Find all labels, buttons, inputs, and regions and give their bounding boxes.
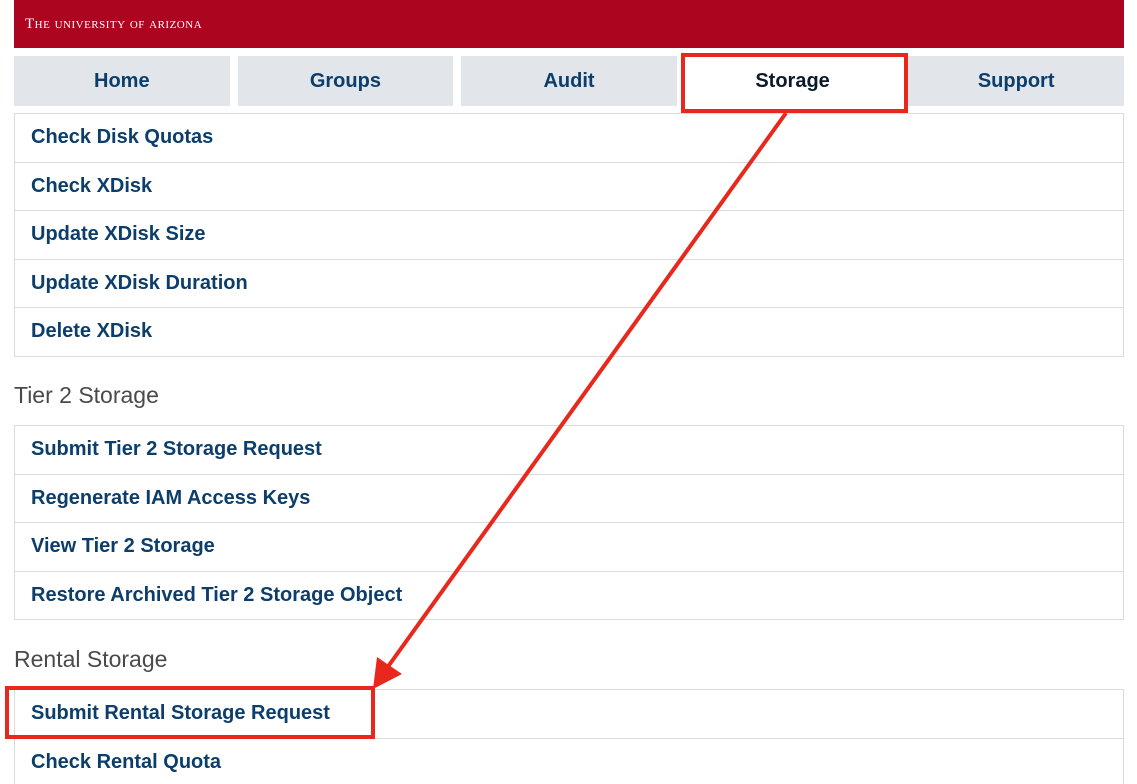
rental-menu-list: Submit Rental Storage Request Check Rent… bbox=[14, 689, 1124, 784]
menu-item-submit-rental-request[interactable]: Submit Rental Storage Request bbox=[15, 690, 1123, 739]
storage-menu-list: Check Disk Quotas Check XDisk Update XDi… bbox=[14, 113, 1124, 357]
menu-item-update-xdisk-size[interactable]: Update XDisk Size bbox=[15, 211, 1123, 260]
tab-storage[interactable]: Storage bbox=[684, 56, 901, 106]
university-banner: The University of Arizona bbox=[14, 0, 1124, 48]
section-heading-rental: Rental Storage bbox=[14, 646, 168, 672]
annotation-arrowhead bbox=[373, 657, 402, 689]
section-heading-tier2: Tier 2 Storage bbox=[14, 382, 159, 408]
menu-item-check-rental-quota[interactable]: Check Rental Quota bbox=[15, 739, 1123, 784]
tab-support[interactable]: Support bbox=[908, 56, 1124, 106]
banner-title: The University of Arizona bbox=[25, 15, 203, 32]
tier2-menu-list: Submit Tier 2 Storage Request Regenerate… bbox=[14, 425, 1124, 620]
menu-item-check-xdisk[interactable]: Check XDisk bbox=[15, 163, 1123, 211]
menu-item-check-disk-quotas[interactable]: Check Disk Quotas bbox=[15, 114, 1123, 163]
menu-item-restore-archived-object[interactable]: Restore Archived Tier 2 Storage Object bbox=[15, 572, 1123, 620]
menu-item-delete-xdisk[interactable]: Delete XDisk bbox=[15, 308, 1123, 357]
tab-home[interactable]: Home bbox=[14, 56, 230, 106]
menu-item-submit-tier2-request[interactable]: Submit Tier 2 Storage Request bbox=[15, 426, 1123, 475]
menu-item-view-tier2-storage[interactable]: View Tier 2 Storage bbox=[15, 523, 1123, 572]
tab-audit[interactable]: Audit bbox=[461, 56, 677, 106]
menu-item-regenerate-iam-keys[interactable]: Regenerate IAM Access Keys bbox=[15, 475, 1123, 523]
main-nav-tabs: Home Groups Audit Storage Support bbox=[14, 56, 1124, 106]
tab-groups[interactable]: Groups bbox=[237, 56, 454, 106]
menu-item-update-xdisk-duration[interactable]: Update XDisk Duration bbox=[15, 260, 1123, 308]
